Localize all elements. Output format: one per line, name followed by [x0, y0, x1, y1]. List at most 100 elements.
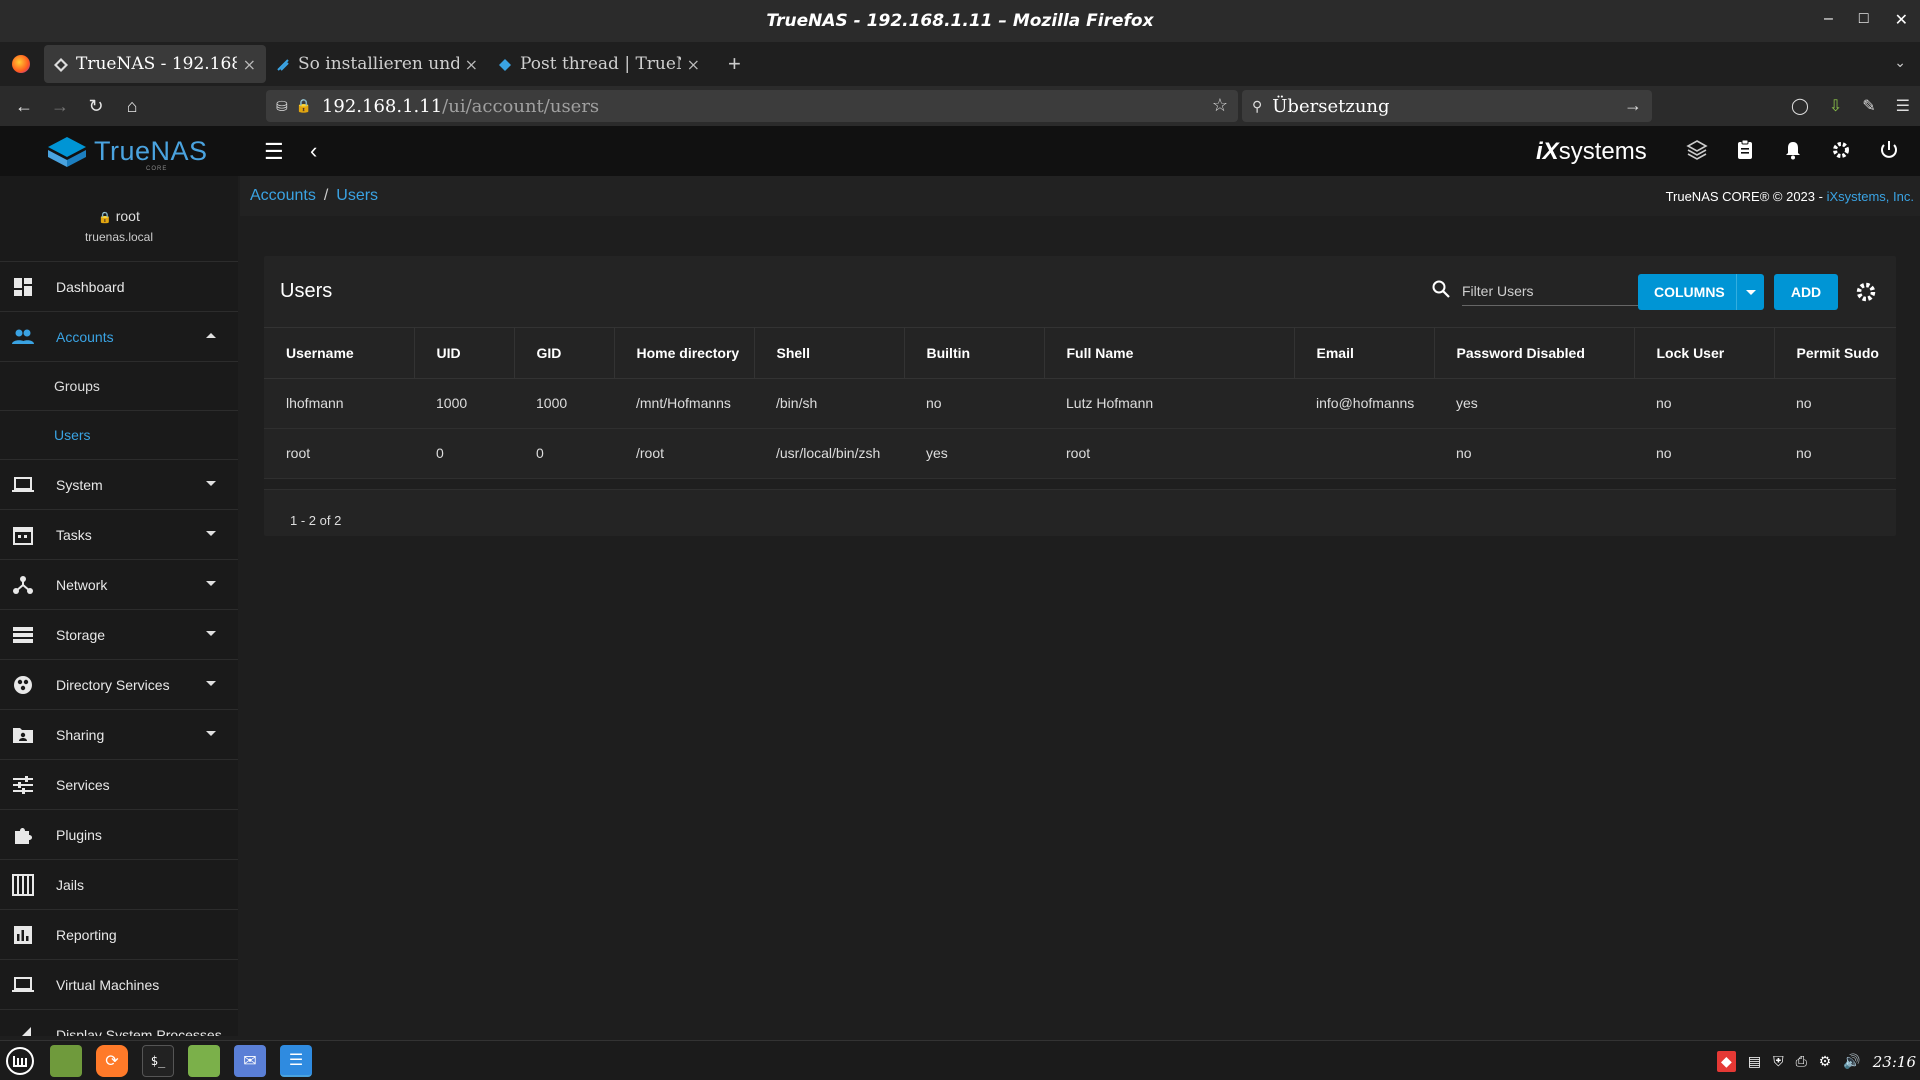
table-row[interactable]: lhofmann 1000 1000 /mnt/Hofmanns /bin/sh…: [264, 378, 1896, 429]
sidebar-item-storage[interactable]: Storage: [0, 610, 238, 660]
chevron-down-icon: [206, 631, 216, 636]
shield-tray-icon[interactable]: ⛨: [1773, 1053, 1784, 1070]
power-icon[interactable]: [1878, 139, 1900, 161]
tab-close-icon[interactable]: ×: [465, 55, 478, 74]
sidebar-item-label: System: [56, 476, 103, 493]
mail-icon[interactable]: ✉: [234, 1045, 266, 1077]
column-header[interactable]: Home directory: [614, 328, 755, 379]
sidebar-item-jails[interactable]: Jails: [0, 860, 238, 910]
go-arrow-icon[interactable]: →: [1624, 95, 1642, 116]
clipboard-icon[interactable]: [1734, 139, 1756, 161]
forward-arrow-icon[interactable]: →: [42, 96, 78, 117]
copyright-text: TrueNAS CORE® © 2023 - iXsystems, Inc.: [1666, 189, 1914, 204]
columns-button[interactable]: COLUMNS: [1638, 274, 1764, 310]
truenas-favicon-icon: [54, 57, 68, 72]
add-user-button[interactable]: ADD: [1774, 274, 1838, 310]
sidebar-item-accounts[interactable]: Accounts: [0, 312, 238, 362]
mint-menu-icon[interactable]: [4, 1045, 36, 1077]
table-cell: no: [1634, 378, 1774, 429]
sidebar-item-network[interactable]: Network: [0, 560, 238, 610]
sidebar-item-dashboard[interactable]: Dashboard: [0, 262, 238, 312]
chevron-down-icon: [206, 481, 216, 486]
chevron-left-icon[interactable]: ‹: [310, 138, 317, 164]
files-icon[interactable]: [188, 1045, 220, 1077]
sidebar-item-directory-services[interactable]: Directory Services: [0, 660, 238, 710]
clipboard-tray-icon[interactable]: ▤: [1748, 1053, 1761, 1070]
column-header[interactable]: GID: [514, 328, 615, 379]
column-header[interactable]: Password Disabled: [1434, 328, 1635, 379]
laptop-icon: [12, 474, 34, 496]
table-row[interactable]: root 0 0 /root /usr/local/bin/zsh yes ro…: [264, 428, 1896, 479]
sidebar-item-processes[interactable]: Display System Processes: [0, 1010, 238, 1036]
back-arrow-icon[interactable]: ←: [6, 96, 42, 117]
hamburger-menu-icon[interactable]: ☰: [1896, 96, 1910, 116]
sidebar-item-services[interactable]: Services: [0, 760, 238, 810]
shield-icon[interactable]: ⛁: [276, 98, 288, 115]
network-tray-icon[interactable]: ⚙: [1819, 1053, 1832, 1070]
tab-close-icon[interactable]: ×: [243, 55, 256, 74]
tab-installieren[interactable]: So installieren und r ×: [266, 45, 488, 83]
column-header[interactable]: Shell: [754, 328, 905, 379]
close-icon[interactable]: ✕: [1895, 10, 1908, 30]
column-header[interactable]: Lock User: [1634, 328, 1775, 379]
anydesk-icon[interactable]: ◆: [1717, 1051, 1736, 1072]
bookmark-star-icon[interactable]: ☆: [1212, 95, 1228, 116]
sidebar-subitem-users[interactable]: Users: [0, 411, 238, 460]
tab-post-thread[interactable]: Post thread | TrueN ×: [488, 45, 710, 83]
volume-icon[interactable]: 🔊: [1843, 1053, 1860, 1070]
table-cell: /usr/local/bin/zsh: [754, 428, 904, 479]
sidebar-item-tasks[interactable]: Tasks: [0, 510, 238, 560]
truenas-topbar: TrueNAS CORE ☰ ‹ iXiXsystemssystems: [0, 126, 1920, 176]
url-bar[interactable]: ⛁ 🔒 192.168.1.11/ui/account/users ☆: [266, 90, 1238, 122]
pocket-icon[interactable]: ◯: [1791, 96, 1809, 116]
breadcrumb-separator: /: [323, 187, 329, 204]
lock-icon[interactable]: 🔒: [296, 98, 312, 114]
users-card: Users COLUMNS ADD Username: [264, 256, 1896, 536]
breadcrumb-accounts-link[interactable]: Accounts: [250, 187, 316, 204]
sidebar-item-system[interactable]: System: [0, 460, 238, 510]
maximize-icon[interactable]: □: [1859, 10, 1869, 30]
column-header[interactable]: Permit Sudo: [1774, 328, 1896, 379]
gear-icon[interactable]: [1854, 280, 1878, 304]
truenas-logo[interactable]: TrueNAS CORE: [48, 136, 208, 172]
tab-truenas[interactable]: TrueNAS - 192.168.1.11 ×: [44, 45, 266, 83]
column-header[interactable]: Username: [264, 328, 415, 379]
folder-icon[interactable]: [50, 1045, 82, 1077]
breadcrumb: Accounts / Users: [250, 187, 378, 205]
terminal-icon[interactable]: $_: [142, 1045, 174, 1077]
download-icon[interactable]: ⇩: [1829, 96, 1842, 116]
extensions-icon[interactable]: ✎: [1862, 96, 1875, 116]
sidebar-subitem-groups[interactable]: Groups: [0, 362, 238, 411]
hamburger-menu-icon[interactable]: ☰: [264, 139, 284, 165]
truenas-logo-text: TrueNAS: [94, 136, 208, 166]
search-bar[interactable]: ⚲ Übersetzung →: [1242, 90, 1652, 122]
bell-icon[interactable]: [1782, 139, 1804, 161]
truecommand-icon[interactable]: [1686, 139, 1708, 161]
reload-icon[interactable]: ↻: [78, 96, 114, 117]
column-header[interactable]: Full Name: [1044, 328, 1295, 379]
list-tabs-icon[interactable]: ⌄: [1894, 54, 1906, 71]
column-header[interactable]: Builtin: [904, 328, 1045, 379]
firefox-logo-icon[interactable]: [12, 55, 30, 73]
clock[interactable]: 23:16: [1873, 1053, 1916, 1071]
column-header[interactable]: UID: [414, 328, 515, 379]
chevron-down-icon[interactable]: [1736, 274, 1764, 310]
text-editor-icon[interactable]: ☰: [280, 1045, 312, 1077]
filter-users-input[interactable]: [1462, 276, 1642, 306]
sidebar-item-virtual-machines[interactable]: Virtual Machines: [0, 960, 238, 1010]
firefox-icon[interactable]: ⟳: [96, 1045, 128, 1077]
printer-icon[interactable]: ⎙: [1796, 1053, 1807, 1070]
minimize-icon[interactable]: –: [1824, 10, 1833, 30]
ixsystems-link[interactable]: iXsystems, Inc.: [1827, 189, 1914, 204]
sidebar-item-reporting[interactable]: Reporting: [0, 910, 238, 960]
sidebar-item-plugins[interactable]: Plugins: [0, 810, 238, 860]
jail-icon: [12, 873, 34, 896]
breadcrumb-users-link[interactable]: Users: [336, 187, 378, 204]
column-header[interactable]: Email: [1294, 328, 1435, 379]
tab-close-icon[interactable]: ×: [687, 55, 700, 74]
home-icon[interactable]: ⌂: [114, 96, 150, 117]
gear-icon[interactable]: [1830, 139, 1852, 161]
sidebar: 🔒 root truenas.local Dashboard Accounts …: [0, 176, 238, 1036]
new-tab-button[interactable]: +: [728, 51, 741, 77]
sidebar-item-sharing[interactable]: Sharing: [0, 710, 238, 760]
